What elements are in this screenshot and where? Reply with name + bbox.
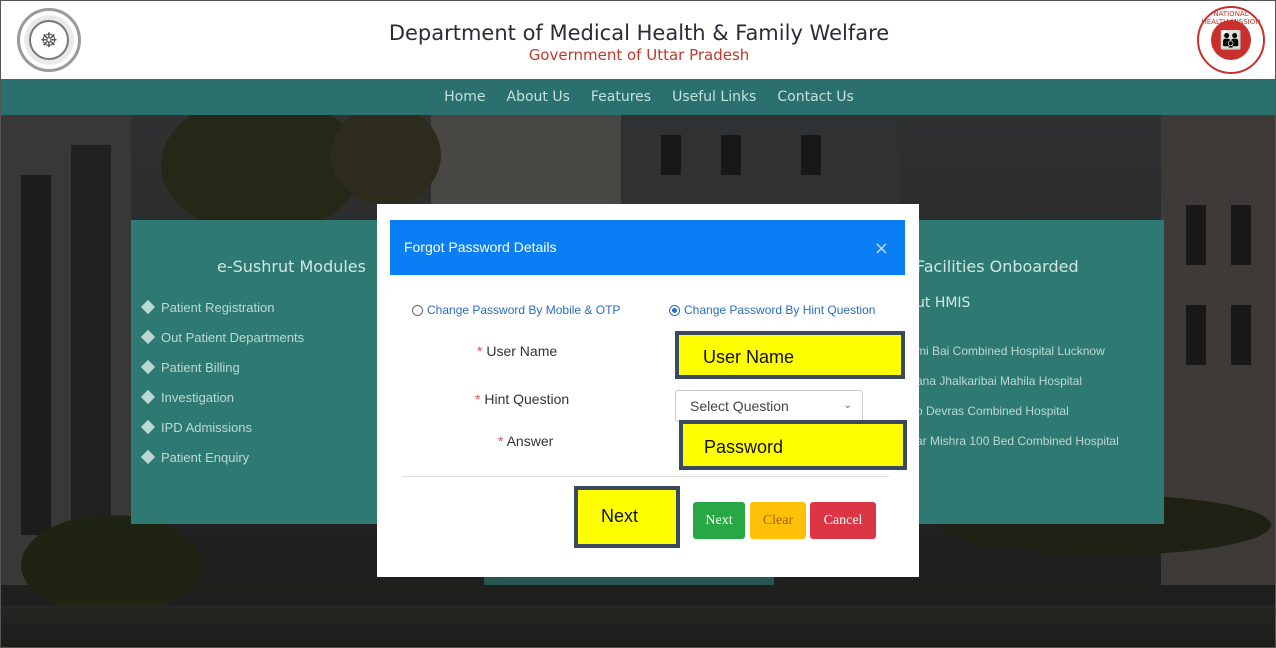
- nav-item-home[interactable]: Home: [444, 89, 485, 105]
- national-health-mission-logo: NATIONAL HEALTH MISSION 👪: [1197, 6, 1265, 74]
- diamond-icon: [140, 359, 156, 375]
- modal-divider: [402, 476, 889, 477]
- page-subtitle: Government of Uttar Pradesh: [528, 46, 750, 64]
- required-mark: *: [477, 343, 483, 359]
- modules-heading: e-Sushrut Modules: [217, 257, 366, 276]
- nhm-logo-text: NATIONAL HEALTH MISSION: [1201, 10, 1261, 26]
- modules-list: Patient Registration Out Patient Departm…: [140, 297, 305, 477]
- module-label: Patient Billing: [161, 360, 240, 375]
- hint-question-label: * Hint Question: [475, 391, 569, 407]
- nav-item-useful-links[interactable]: Useful Links: [672, 89, 756, 105]
- facilities-list: mi Bai Combined Hospital Lucknow ana Jha…: [916, 342, 1119, 462]
- hint-question-label-text: Hint Question: [484, 391, 570, 407]
- list-item: IPD Admissions: [140, 417, 304, 447]
- list-item: mi Bai Combined Hospital Lucknow: [916, 344, 1105, 358]
- required-mark: *: [498, 433, 504, 449]
- diamond-icon: [140, 389, 156, 405]
- facilities-subheading: ut HMIS: [916, 295, 971, 311]
- modules-panel: e-Sushrut Modules Patient Registration O…: [131, 220, 393, 524]
- username-annotation[interactable]: User Name: [675, 331, 905, 379]
- radio-unchecked-icon[interactable]: [412, 304, 423, 316]
- module-label: Investigation: [161, 390, 234, 405]
- module-label: Patient Enquiry: [161, 450, 250, 465]
- select-value: Select Question: [690, 398, 789, 414]
- module-label: Out Patient Departments: [161, 330, 305, 345]
- cancel-button[interactable]: Cancel: [810, 502, 876, 539]
- list-item: ana Jhalkaribai Mahila Hospital: [916, 374, 1083, 388]
- answer-label-text: Answer: [506, 433, 554, 449]
- module-label: Patient Registration: [161, 300, 275, 315]
- modal-header: Forgot Password Details ×: [390, 220, 905, 275]
- chevron-down-icon: ⌄: [843, 400, 852, 411]
- main-nav: Home About Us Features Useful Links Cont…: [1, 79, 1275, 115]
- username-label: * User Name: [477, 343, 557, 359]
- radio-hint-question[interactable]: Change Password By Hint Question: [669, 303, 875, 317]
- diamond-icon: [140, 449, 156, 465]
- page-title: Department of Medical Health & Family We…: [388, 21, 890, 45]
- next-annotation[interactable]: Next: [574, 486, 680, 548]
- modal-title: Forgot Password Details: [404, 239, 557, 255]
- close-icon[interactable]: ×: [874, 238, 889, 259]
- nav-item-about-us[interactable]: About Us: [507, 89, 570, 105]
- hint-question-select[interactable]: Select Question ⌄: [675, 390, 863, 422]
- nav-item-features[interactable]: Features: [591, 89, 651, 105]
- clear-button[interactable]: Clear: [750, 502, 806, 539]
- page-frame: ☸ Department of Medical Health & Family …: [0, 0, 1276, 648]
- next-button[interactable]: Next: [693, 502, 745, 539]
- list-item: Investigation: [140, 387, 304, 417]
- family-icon: 👪: [1211, 20, 1251, 60]
- nav-item-contact-us[interactable]: Contact Us: [777, 89, 853, 105]
- required-mark: *: [475, 391, 481, 407]
- list-item: o Devras Combined Hospital: [916, 404, 1069, 418]
- list-item: Patient Registration: [140, 297, 304, 327]
- radio-hint-label: Change Password By Hint Question: [684, 303, 876, 317]
- password-annotation[interactable]: Password: [679, 420, 907, 470]
- diamond-icon: [140, 299, 156, 315]
- site-header: ☸ Department of Medical Health & Family …: [1, 1, 1275, 79]
- diamond-icon: [140, 419, 156, 435]
- list-item: Out Patient Departments: [140, 327, 305, 357]
- username-label-text: User Name: [486, 343, 558, 359]
- answer-label: * Answer: [498, 433, 553, 449]
- radio-mobile-label: Change Password By Mobile & OTP: [427, 303, 621, 317]
- list-item: ar Mishra 100 Bed Combined Hospital: [916, 434, 1119, 448]
- facilities-heading: Facilities Onboarded: [916, 257, 1079, 276]
- list-item: Patient Enquiry: [140, 447, 304, 477]
- diamond-icon: [140, 329, 156, 345]
- list-item: Patient Billing: [140, 357, 304, 387]
- facilities-panel: Facilities Onboarded ut HMIS mi Bai Comb…: [894, 220, 1164, 524]
- radio-mobile-otp[interactable]: Change Password By Mobile & OTP: [412, 303, 620, 317]
- header-title-block: Department of Medical Health & Family We…: [1, 21, 1275, 64]
- module-label: IPD Admissions: [161, 420, 253, 435]
- radio-checked-icon[interactable]: [669, 304, 680, 316]
